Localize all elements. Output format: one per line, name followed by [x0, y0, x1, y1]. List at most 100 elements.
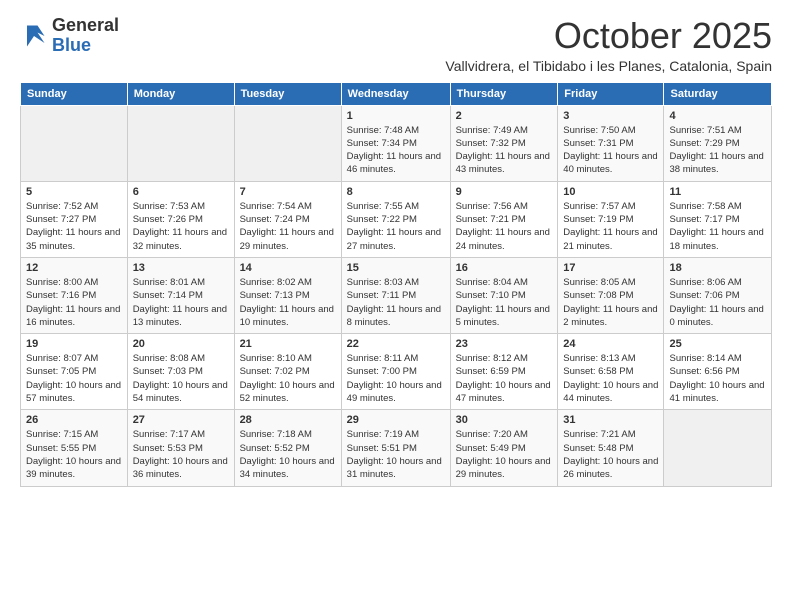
day-number: 7 — [240, 186, 336, 198]
day-info: Sunrise: 7:57 AM Sunset: 7:19 PM Dayligh… — [563, 200, 658, 253]
day-number: 12 — [26, 262, 122, 274]
day-number: 21 — [240, 338, 336, 350]
day-number: 22 — [347, 338, 445, 350]
day-number: 30 — [456, 414, 553, 426]
location-title: Vallvidrera, el Tibidabo i les Planes, C… — [445, 58, 772, 74]
day-number: 11 — [669, 186, 766, 198]
day-info: Sunrise: 7:50 AM Sunset: 7:31 PM Dayligh… — [563, 124, 658, 177]
calendar-header: Sunday Monday Tuesday Wednesday Thursday… — [21, 82, 772, 105]
calendar-cell — [127, 105, 234, 181]
calendar-cell: 17Sunrise: 8:05 AM Sunset: 7:08 PM Dayli… — [558, 257, 664, 333]
header-tuesday: Tuesday — [234, 82, 341, 105]
day-info: Sunrise: 8:04 AM Sunset: 7:10 PM Dayligh… — [456, 276, 553, 329]
header: General Blue October 2025 Vallvidrera, e… — [20, 16, 772, 74]
calendar-week-4: 19 Sunrise: 8:07 AM Sunset: 7:05 PM Dayli… — [21, 334, 772, 410]
day-info: Sunrise: 7:56 AM Sunset: 7:21 PM Dayligh… — [456, 200, 553, 253]
calendar-cell: 27 Sunrise: 7:17 AM Sunset: 5:53 PM Dayli… — [127, 410, 234, 486]
calendar-cell: 24 Sunrise: 8:13 AM Sunset: 6:58 PM Dayli… — [558, 334, 664, 410]
calendar-cell: 6Sunrise: 7:53 AM Sunset: 7:26 PM Daylig… — [127, 181, 234, 257]
weekday-header-row: Sunday Monday Tuesday Wednesday Thursday… — [21, 82, 772, 105]
calendar-cell: 21 Sunrise: 8:10 AM Sunset: 7:02 PM Dayli… — [234, 334, 341, 410]
calendar-cell: 2 Sunrise: 7:49 AM Sunset: 7:32 PM Daylig… — [450, 105, 558, 181]
day-number: 5 — [26, 186, 122, 198]
calendar-cell: 9 Sunrise: 7:56 AM Sunset: 7:21 PM Daylig… — [450, 181, 558, 257]
day-number: 19 — [26, 338, 122, 350]
day-number: 13 — [133, 262, 229, 274]
header-friday: Friday — [558, 82, 664, 105]
calendar-cell: 18 Sunrise: 8:06 AM Sunset: 7:06 PM Dayli… — [664, 257, 772, 333]
calendar-cell: 10 Sunrise: 7:57 AM Sunset: 7:19 PM Dayli… — [558, 181, 664, 257]
calendar-cell: 26 Sunrise: 7:15 AM Sunset: 5:55 PM Dayli… — [21, 410, 128, 486]
month-title: October 2025 — [445, 16, 772, 56]
day-info: Sunrise: 8:14 AM Sunset: 6:56 PM Dayligh… — [669, 352, 766, 405]
day-info: Sunrise: 8:05 AM Sunset: 7:08 PM Dayligh… — [563, 276, 658, 329]
day-info: Sunrise: 8:00 AM Sunset: 7:16 PM Dayligh… — [26, 276, 122, 329]
calendar-cell: 19 Sunrise: 8:07 AM Sunset: 7:05 PM Dayli… — [21, 334, 128, 410]
title-block: October 2025 Vallvidrera, el Tibidabo i … — [445, 16, 772, 74]
day-number: 28 — [240, 414, 336, 426]
day-info: Sunrise: 8:11 AM Sunset: 7:00 PM Dayligh… — [347, 352, 445, 405]
calendar-cell — [234, 105, 341, 181]
day-info: Sunrise: 8:07 AM Sunset: 7:05 PM Dayligh… — [26, 352, 122, 405]
day-info: Sunrise: 7:54 AM Sunset: 7:24 PM Dayligh… — [240, 200, 336, 253]
calendar-cell: 16 Sunrise: 8:04 AM Sunset: 7:10 PM Dayli… — [450, 257, 558, 333]
page: General Blue October 2025 Vallvidrera, e… — [0, 0, 792, 503]
calendar-cell — [21, 105, 128, 181]
header-sunday: Sunday — [21, 82, 128, 105]
calendar-cell: 12 Sunrise: 8:00 AM Sunset: 7:16 PM Dayli… — [21, 257, 128, 333]
calendar-cell: 11Sunrise: 7:58 AM Sunset: 7:17 PM Dayli… — [664, 181, 772, 257]
day-number: 9 — [456, 186, 553, 198]
calendar-body: 1Sunrise: 7:48 AM Sunset: 7:34 PM Daylig… — [21, 105, 772, 486]
day-number: 10 — [563, 186, 658, 198]
day-number: 29 — [347, 414, 445, 426]
day-number: 16 — [456, 262, 553, 274]
calendar-cell: 13Sunrise: 8:01 AM Sunset: 7:14 PM Dayli… — [127, 257, 234, 333]
calendar-cell: 14Sunrise: 8:02 AM Sunset: 7:13 PM Dayli… — [234, 257, 341, 333]
day-info: Sunrise: 7:20 AM Sunset: 5:49 PM Dayligh… — [456, 428, 553, 481]
day-info: Sunrise: 8:08 AM Sunset: 7:03 PM Dayligh… — [133, 352, 229, 405]
day-number: 31 — [563, 414, 658, 426]
day-info: Sunrise: 8:13 AM Sunset: 6:58 PM Dayligh… — [563, 352, 658, 405]
calendar-cell — [664, 410, 772, 486]
calendar-week-3: 12 Sunrise: 8:00 AM Sunset: 7:16 PM Dayli… — [21, 257, 772, 333]
day-number: 3 — [563, 110, 658, 122]
day-number: 15 — [347, 262, 445, 274]
day-info: Sunrise: 7:49 AM Sunset: 7:32 PM Dayligh… — [456, 124, 553, 177]
calendar-cell: 7 Sunrise: 7:54 AM Sunset: 7:24 PM Daylig… — [234, 181, 341, 257]
day-info: Sunrise: 7:19 AM Sunset: 5:51 PM Dayligh… — [347, 428, 445, 481]
calendar-cell: 15Sunrise: 8:03 AM Sunset: 7:11 PM Dayli… — [341, 257, 450, 333]
day-info: Sunrise: 7:55 AM Sunset: 7:22 PM Dayligh… — [347, 200, 445, 253]
logo: General Blue — [20, 16, 119, 56]
day-number: 2 — [456, 110, 553, 122]
day-number: 23 — [456, 338, 553, 350]
header-monday: Monday — [127, 82, 234, 105]
day-number: 24 — [563, 338, 658, 350]
day-number: 26 — [26, 414, 122, 426]
day-info: Sunrise: 7:51 AM Sunset: 7:29 PM Dayligh… — [669, 124, 766, 177]
day-info: Sunrise: 7:17 AM Sunset: 5:53 PM Dayligh… — [133, 428, 229, 481]
day-info: Sunrise: 7:15 AM Sunset: 5:55 PM Dayligh… — [26, 428, 122, 481]
calendar-cell: 23 Sunrise: 8:12 AM Sunset: 6:59 PM Dayli… — [450, 334, 558, 410]
day-number: 25 — [669, 338, 766, 350]
calendar-cell: 3 Sunrise: 7:50 AM Sunset: 7:31 PM Daylig… — [558, 105, 664, 181]
calendar-week-5: 26 Sunrise: 7:15 AM Sunset: 5:55 PM Dayli… — [21, 410, 772, 486]
day-info: Sunrise: 8:12 AM Sunset: 6:59 PM Dayligh… — [456, 352, 553, 405]
header-saturday: Saturday — [664, 82, 772, 105]
day-number: 4 — [669, 110, 766, 122]
day-info: Sunrise: 8:06 AM Sunset: 7:06 PM Dayligh… — [669, 276, 766, 329]
header-wednesday: Wednesday — [341, 82, 450, 105]
calendar-cell: 4 Sunrise: 7:51 AM Sunset: 7:29 PM Daylig… — [664, 105, 772, 181]
day-info: Sunrise: 7:53 AM Sunset: 7:26 PM Dayligh… — [133, 200, 229, 253]
logo-general: General — [52, 15, 119, 35]
calendar-cell: 25 Sunrise: 8:14 AM Sunset: 6:56 PM Dayli… — [664, 334, 772, 410]
header-thursday: Thursday — [450, 82, 558, 105]
day-number: 27 — [133, 414, 229, 426]
calendar-week-1: 1Sunrise: 7:48 AM Sunset: 7:34 PM Daylig… — [21, 105, 772, 181]
day-info: Sunrise: 8:10 AM Sunset: 7:02 PM Dayligh… — [240, 352, 336, 405]
calendar-cell: 22 Sunrise: 8:11 AM Sunset: 7:00 PM Dayli… — [341, 334, 450, 410]
calendar-cell: 29 Sunrise: 7:19 AM Sunset: 5:51 PM Dayli… — [341, 410, 450, 486]
day-number: 18 — [669, 262, 766, 274]
day-info: Sunrise: 7:52 AM Sunset: 7:27 PM Dayligh… — [26, 200, 122, 253]
day-info: Sunrise: 7:48 AM Sunset: 7:34 PM Dayligh… — [347, 124, 445, 177]
day-number: 20 — [133, 338, 229, 350]
